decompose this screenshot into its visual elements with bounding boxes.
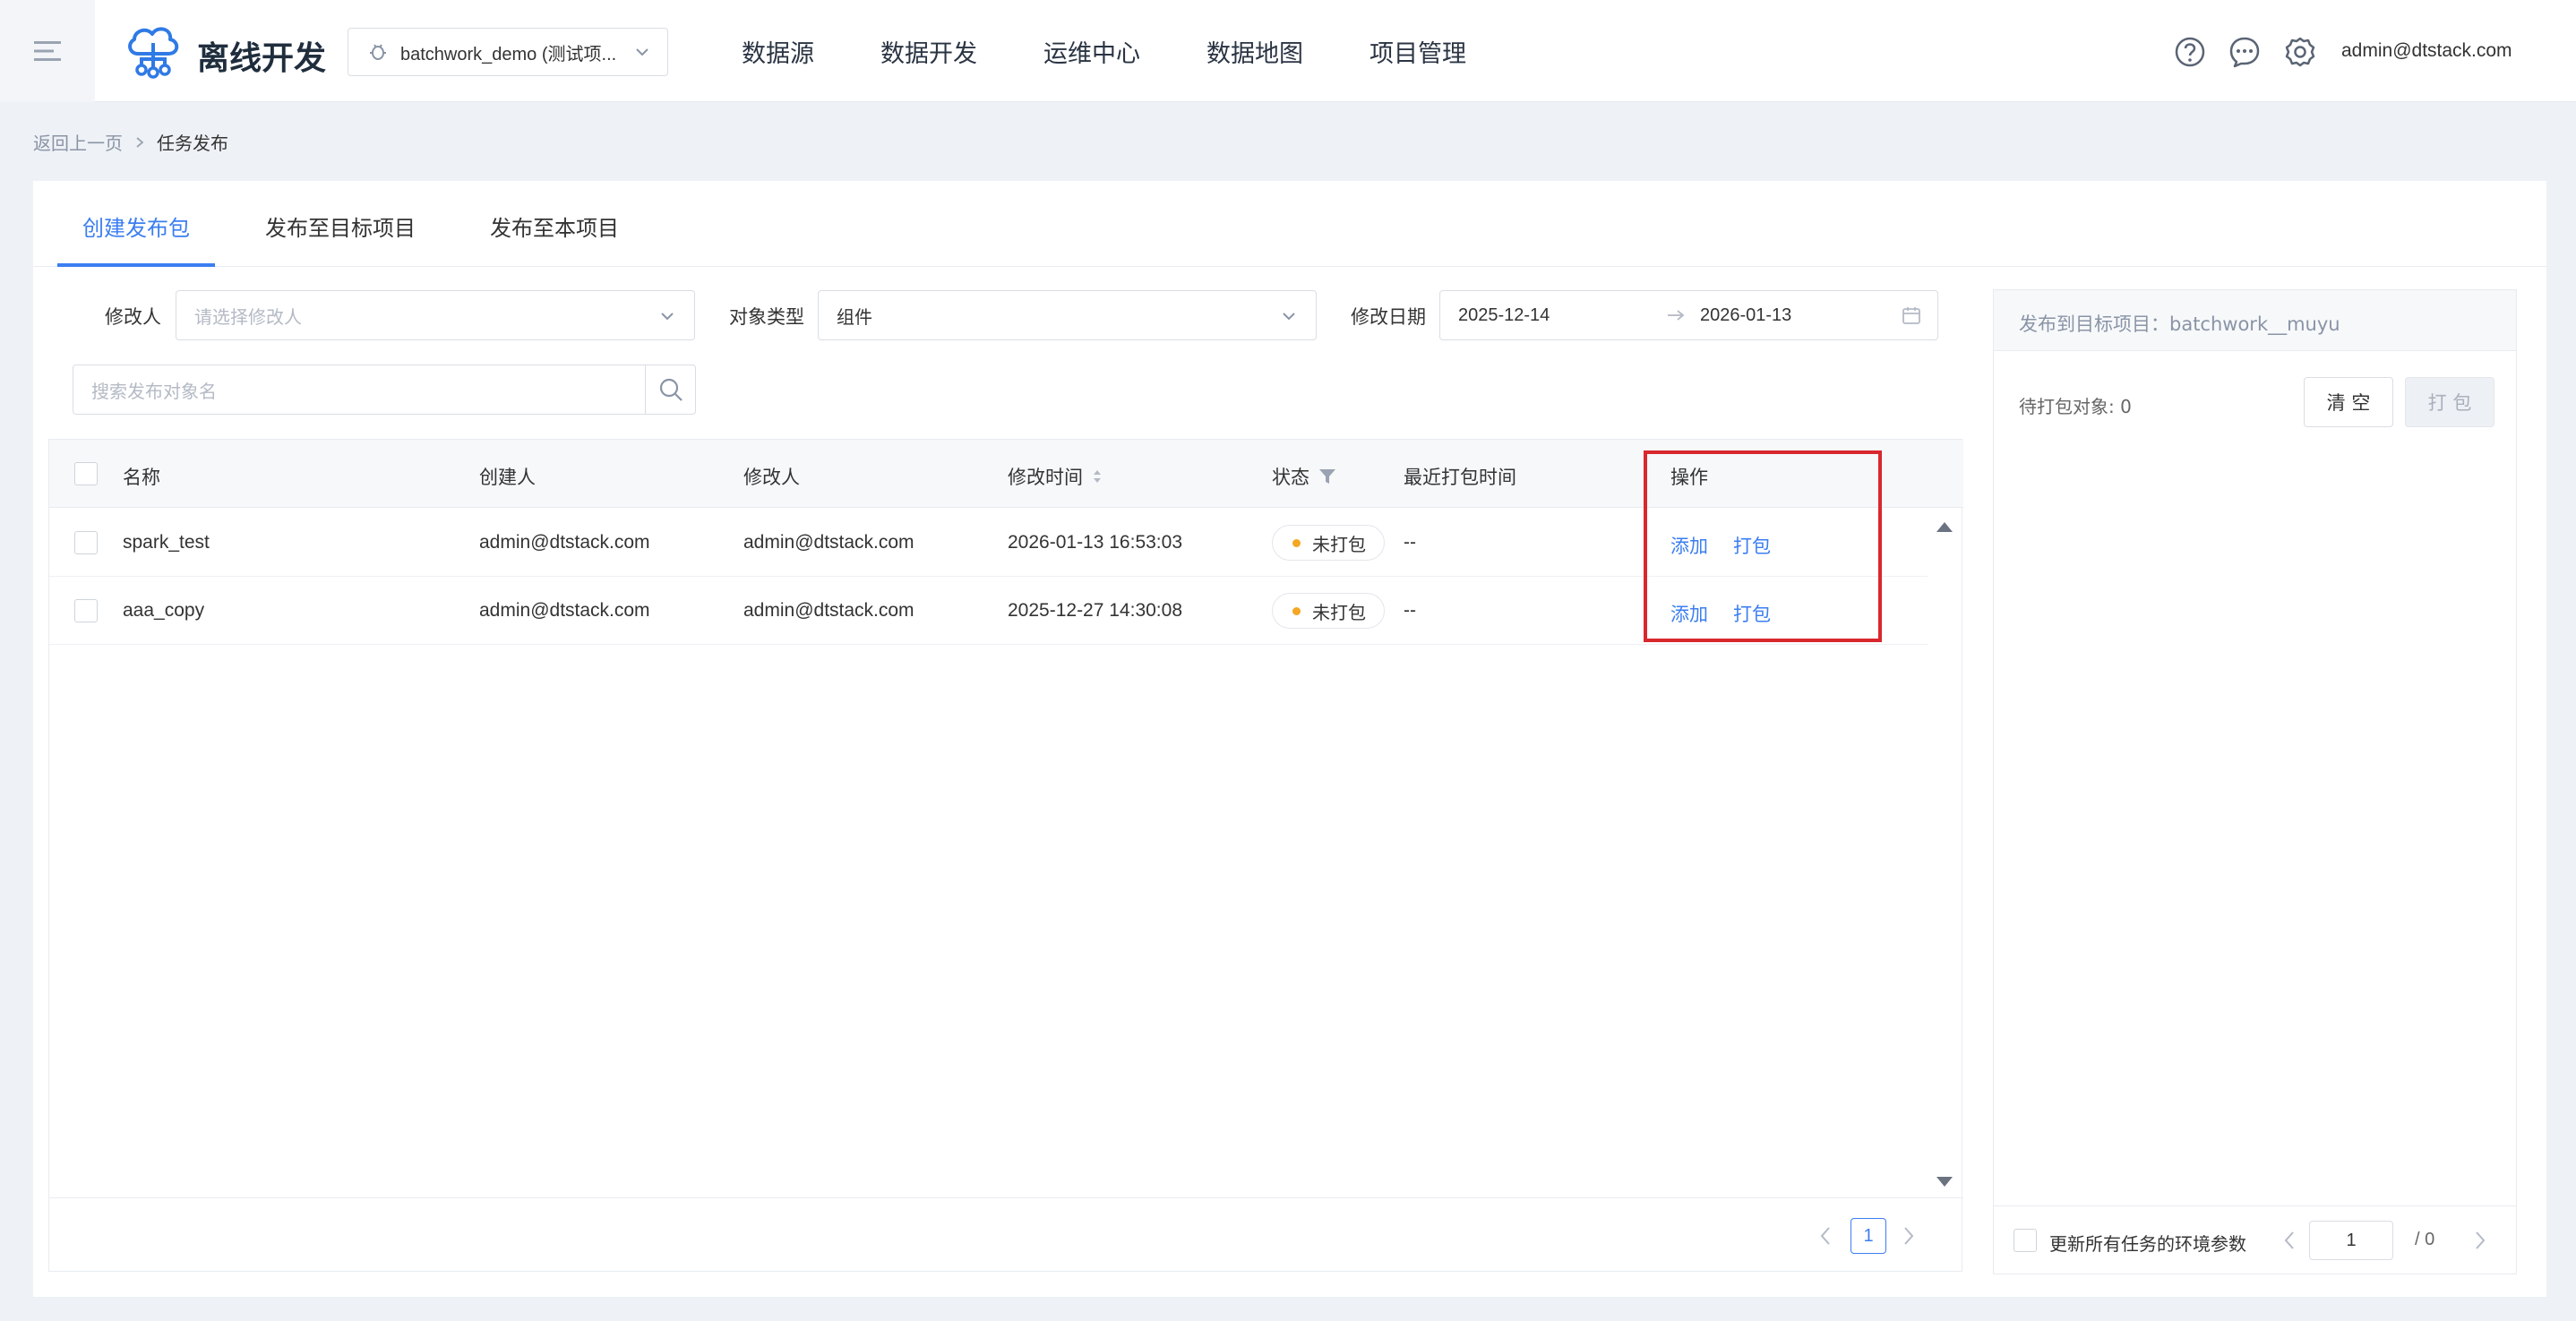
select-all-checkbox[interactable] (74, 462, 98, 485)
row-creator: admin@dtstack.com (479, 600, 650, 621)
modifier-label: 修改人 (105, 306, 161, 328)
project-select[interactable]: batchwork_demo (测试项... (348, 28, 668, 76)
nav-data-dev[interactable]: 数据开发 (880, 34, 977, 69)
row-modified-time: 2026-01-13 16:53:03 (1008, 532, 1182, 553)
tab-bar: 创建发布包 发布至目标项目 发布至本项目 (33, 181, 2546, 267)
filter-icon (1319, 469, 1335, 484)
search-button[interactable] (646, 365, 696, 415)
row-creator: admin@dtstack.com (479, 532, 650, 553)
calendar-icon (1902, 307, 1920, 324)
cloud-logo-icon (128, 27, 179, 79)
panel-title: 发布到目标项目：batchwork__muyu (2019, 313, 2340, 335)
pack-button[interactable]: 打 包 (2405, 377, 2494, 427)
col-modifier: 修改人 (743, 467, 800, 488)
date-range-picker[interactable]: 2025-12-14 2026-01-13 (1439, 290, 1938, 340)
prev-page-icon[interactable] (2282, 1230, 2297, 1251)
date-start: 2025-12-14 (1458, 305, 1550, 325)
nav-datasource[interactable]: 数据源 (742, 34, 814, 69)
search-icon (659, 378, 683, 401)
tab-create-package[interactable]: 创建发布包 (82, 210, 190, 242)
col-status-label: 状态 (1272, 467, 1309, 488)
search-input[interactable]: 搜索发布对象名 (73, 365, 646, 415)
col-last-pack-time: 最近打包时间 (1404, 467, 1516, 488)
actions-highlight-box (1644, 450, 1882, 642)
page-total: / 0 (2415, 1230, 2435, 1249)
row-last-pack-time: -- (1404, 600, 1416, 621)
modifier-select[interactable]: 请选择修改人 (176, 290, 695, 340)
tab-active-indicator (57, 263, 215, 267)
next-page-icon[interactable] (1902, 1225, 1916, 1247)
top-header: 离线开发 batchwork_demo (测试项... 数据源 数据开发 运维中… (0, 0, 2576, 102)
col-status[interactable]: 状态 (1272, 463, 1336, 490)
date-end: 2026-01-13 (1700, 305, 1792, 325)
object-type-value: 组件 (837, 307, 872, 328)
help-icon[interactable] (2174, 36, 2206, 68)
scroll-up-icon[interactable] (1935, 519, 1954, 534)
project-name: batchwork_demo (测试项... (400, 44, 617, 64)
row-modifier: admin@dtstack.com (743, 532, 914, 553)
table-pagination: 1 (49, 1197, 1963, 1273)
user-account[interactable]: admin@dtstack.com (2341, 40, 2512, 62)
main-nav: 数据源 数据开发 运维中心 数据地图 项目管理 (742, 0, 1466, 102)
breadcrumb-current: 任务发布 (157, 134, 228, 154)
nav-data-map[interactable]: 数据地图 (1206, 34, 1303, 69)
breadcrumb-back-link[interactable]: 返回上一页 (33, 129, 123, 155)
chevron-right-icon (136, 136, 144, 148)
scroll-down-icon[interactable] (1935, 1175, 1954, 1189)
gear-icon[interactable] (2284, 36, 2316, 68)
modifier-placeholder: 请选择修改人 (194, 307, 302, 328)
tab-publish-current[interactable]: 发布至本项目 (490, 210, 619, 242)
object-type-select[interactable]: 组件 (818, 290, 1317, 340)
col-name: 名称 (123, 467, 160, 488)
tab-publish-target[interactable]: 发布至目标项目 (265, 210, 416, 242)
next-page-icon[interactable] (2473, 1230, 2487, 1251)
arrow-right-icon (1668, 310, 1685, 321)
panel-header: 发布到目标项目：batchwork__muyu (1994, 290, 2516, 351)
app-title: 离线开发 (197, 40, 327, 77)
nav-ops-center[interactable]: 运维中心 (1043, 34, 1140, 69)
page-input[interactable]: 1 (2309, 1221, 2393, 1260)
search-placeholder: 搜索发布对象名 (91, 382, 217, 402)
breadcrumb: 返回上一页 任务发布 (33, 129, 228, 155)
chevron-down-icon (636, 48, 648, 56)
chevron-down-icon (661, 313, 674, 321)
publish-target-panel: 发布到目标项目：batchwork__muyu 待打包对象: 0 清 空 打 包… (1993, 289, 2517, 1274)
row-checkbox[interactable] (74, 599, 98, 622)
bug-icon (370, 44, 386, 60)
panel-footer: 更新所有任务的环境参数 1 / 0 (1994, 1205, 2516, 1274)
row-last-pack-time: -- (1404, 532, 1416, 553)
object-type-label: 对象类型 (729, 306, 804, 328)
message-icon[interactable] (2228, 36, 2261, 68)
col-modified-time-label: 修改时间 (1008, 467, 1083, 488)
row-name: spark_test (123, 532, 210, 553)
row-name: aaa_copy (123, 600, 205, 621)
row-checkbox[interactable] (74, 531, 98, 554)
menu-icon (34, 41, 61, 61)
page-number-current[interactable]: 1 (1850, 1218, 1886, 1254)
modified-date-label: 修改日期 (1351, 306, 1426, 328)
row-modified-time: 2025-12-27 14:30:08 (1008, 600, 1182, 621)
prev-page-icon[interactable] (1818, 1225, 1833, 1247)
status-badge: 未打包 (1272, 525, 1385, 561)
status-badge: 未打包 (1272, 593, 1385, 629)
update-env-checkbox[interactable] (2014, 1229, 2037, 1252)
clear-button[interactable]: 清 空 (2304, 377, 2393, 427)
pending-count: 待打包对象: 0 (2019, 396, 2132, 417)
menu-toggle-button[interactable] (0, 0, 95, 102)
update-env-label: 更新所有任务的环境参数 (2049, 1233, 2246, 1255)
sort-icon (1094, 470, 1101, 483)
chevron-down-icon (1283, 313, 1295, 321)
col-creator: 创建人 (479, 467, 536, 488)
col-modified-time[interactable]: 修改时间 (1008, 463, 1103, 490)
nav-project-mgmt[interactable]: 项目管理 (1370, 34, 1466, 69)
row-modifier: admin@dtstack.com (743, 600, 914, 621)
